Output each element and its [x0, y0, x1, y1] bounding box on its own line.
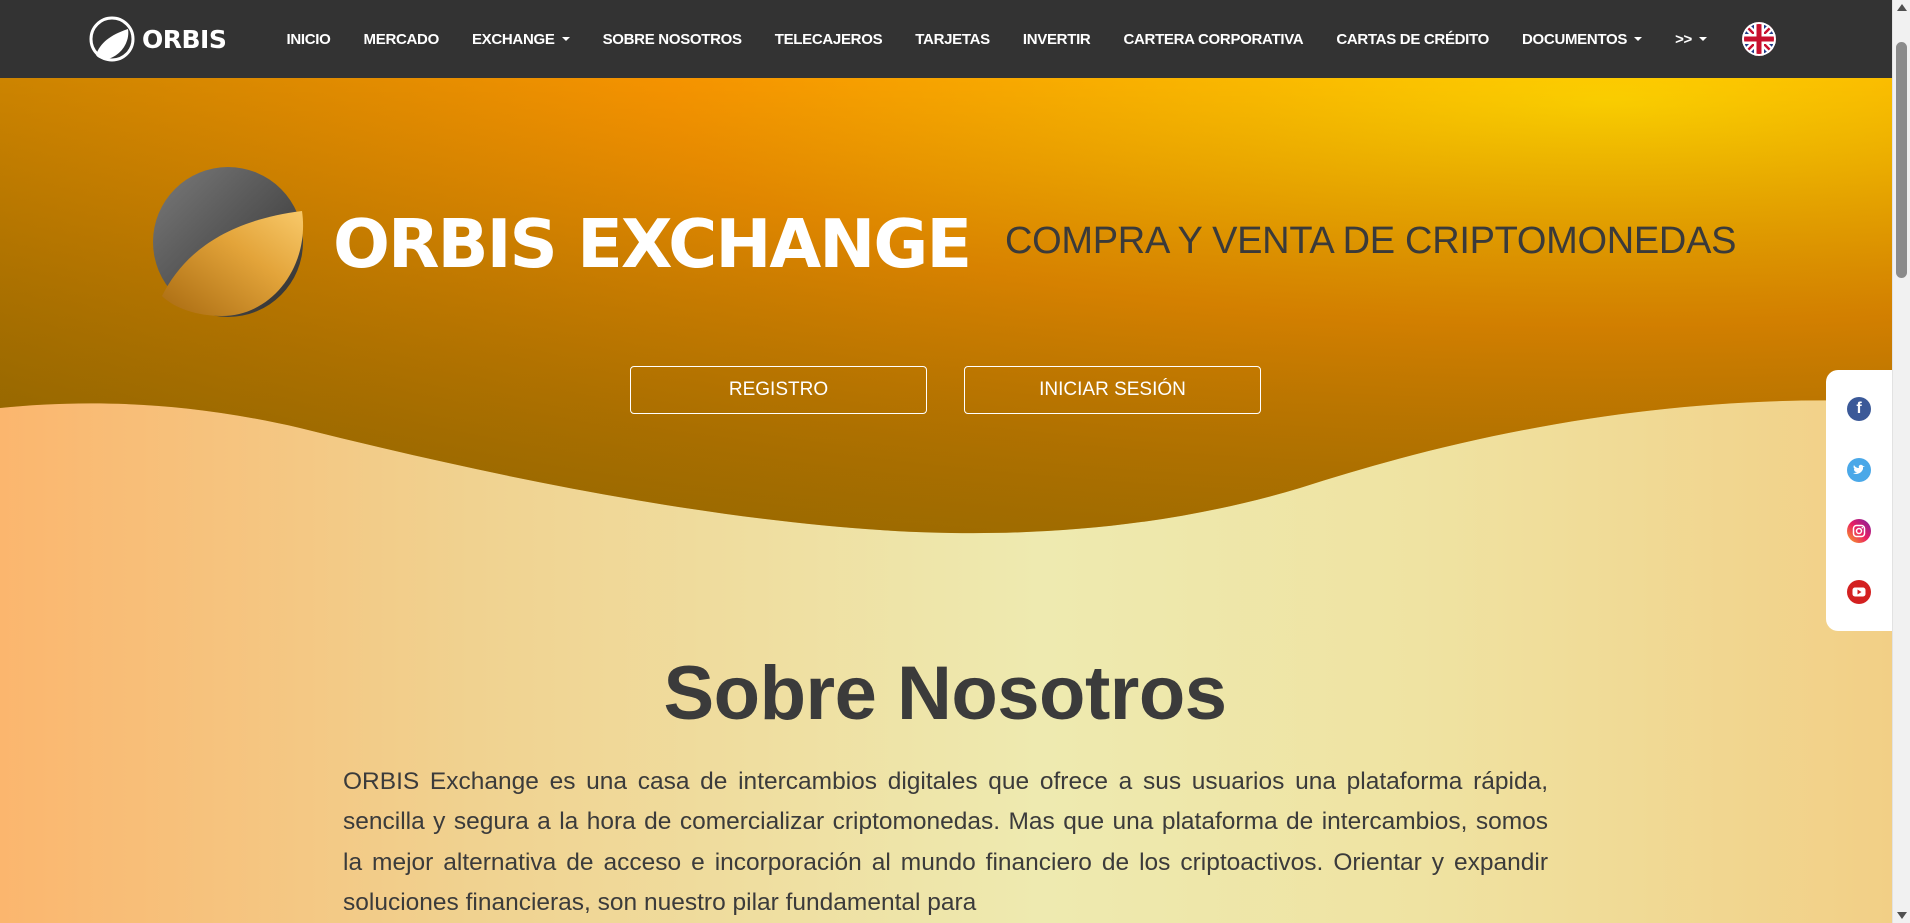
- scroll-up-arrow-icon[interactable]: [1897, 4, 1907, 11]
- hero-subtitle: COMPRA Y VENTA DE CRIPTOMONEDAS: [1005, 220, 1737, 262]
- instagram-icon[interactable]: [1847, 519, 1871, 544]
- scrollbar-thumb[interactable]: [1896, 42, 1907, 278]
- nav-item-mercado[interactable]: MERCADO: [347, 31, 455, 48]
- language-selector[interactable]: [1742, 22, 1776, 56]
- hero-title: ORBIS EXCHANGE: [333, 205, 972, 283]
- login-button[interactable]: INICIAR SESIÓN: [964, 366, 1261, 414]
- twitter-bird-icon: [1853, 464, 1865, 474]
- social-sidebar: f: [1826, 370, 1892, 631]
- nav-label: INICIO: [286, 30, 331, 48]
- scroll-down-arrow-icon[interactable]: [1897, 912, 1907, 919]
- nav-label: >>: [1675, 30, 1692, 48]
- nav-label: DOCUMENTOS: [1522, 30, 1628, 48]
- facebook-icon[interactable]: f: [1847, 396, 1871, 421]
- orbis-globe-logo-icon: [153, 167, 304, 317]
- caret-down-icon: [1699, 37, 1707, 41]
- uk-flag-icon: [1742, 22, 1776, 56]
- nav-label: CARTAS DE CRÉDITO: [1336, 30, 1490, 48]
- about-text: ORBIS Exchange es una casa de intercambi…: [343, 768, 1548, 916]
- youtube-icon[interactable]: [1847, 580, 1871, 605]
- orbis-logo-icon: [89, 16, 135, 62]
- nav-label: SOBRE NOSOTROS: [602, 30, 742, 48]
- nav-item-documentos[interactable]: DOCUMENTOS: [1506, 31, 1659, 48]
- nav-label: TARJETAS: [915, 30, 990, 48]
- nav-item-tarjetas[interactable]: TARJETAS: [899, 31, 1007, 48]
- nav-label: EXCHANGE: [471, 30, 555, 48]
- nav-item-cartera-corporativa[interactable]: CARTERA CORPORATIVA: [1107, 31, 1320, 48]
- nav-menu: INICIO MERCADO EXCHANGE SOBRE NOSOTROS T…: [270, 0, 1724, 78]
- about-title: Sobre Nosotros: [663, 651, 1227, 736]
- page-scrollbar[interactable]: [1892, 0, 1910, 923]
- youtube-glyph-icon: [1852, 587, 1866, 597]
- nav-label: INVERTIR: [1022, 30, 1091, 48]
- nav-item-more[interactable]: >>: [1659, 31, 1724, 48]
- top-navbar: ORBIS INICIO MERCADO EXCHANGE SOBRE NOSO…: [0, 0, 1892, 78]
- nav-label: MERCADO: [363, 30, 440, 48]
- nav-item-exchange[interactable]: EXCHANGE: [455, 31, 586, 48]
- nav-label: CARTERA CORPORATIVA: [1123, 30, 1304, 48]
- twitter-icon[interactable]: [1847, 457, 1871, 482]
- nav-item-inicio[interactable]: INICIO: [270, 31, 347, 48]
- brand-logo-link[interactable]: ORBIS: [88, 14, 227, 64]
- instagram-glyph-icon: [1852, 524, 1866, 538]
- nav-label: TELECAJEROS: [774, 30, 883, 48]
- caret-down-icon: [561, 37, 570, 41]
- nav-item-invertir[interactable]: INVERTIR: [1006, 31, 1107, 48]
- nav-item-cartas-de-credito[interactable]: CARTAS DE CRÉDITO: [1320, 31, 1506, 48]
- brand-name: ORBIS: [142, 24, 227, 54]
- caret-down-icon: [1634, 37, 1643, 41]
- register-button[interactable]: REGISTRO: [630, 366, 927, 414]
- nav-item-sobre-nosotros[interactable]: SOBRE NOSOTROS: [586, 31, 758, 48]
- nav-item-telecajeros[interactable]: TELECAJEROS: [758, 31, 899, 48]
